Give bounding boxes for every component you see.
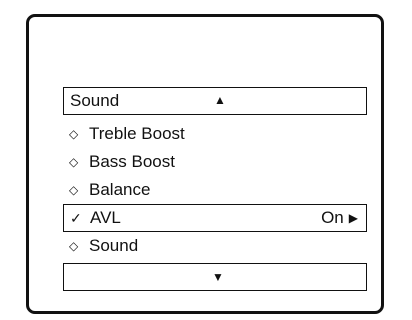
diamond-icon: ◇	[69, 127, 79, 141]
diamond-icon: ◇	[69, 239, 79, 253]
menu-item-label: Balance	[89, 180, 151, 199]
menu-item-label: AVL	[90, 208, 121, 227]
menu-item-balance[interactable]: ◇ Balance	[63, 176, 367, 204]
menu-item-label: Bass Boost	[89, 152, 175, 171]
menu-title: Sound	[70, 91, 120, 110]
menu-item-sound[interactable]: ◇ Sound	[63, 232, 367, 260]
menu-item-value: On	[321, 208, 344, 227]
menu-item-bass-boost[interactable]: ◇ Bass Boost	[63, 148, 367, 176]
diamond-icon: ◇	[69, 155, 79, 169]
menu-header[interactable]: Sound ▲	[63, 87, 367, 115]
up-arrow-icon[interactable]: ▲	[214, 93, 226, 107]
right-arrow-icon[interactable]: ▶	[349, 211, 358, 225]
menu-item-treble-boost[interactable]: ◇ Treble Boost	[63, 120, 367, 148]
menu-item-value-group: On ▶	[321, 208, 358, 228]
menu-item-avl[interactable]: ✓ AVL On ▶	[63, 204, 367, 232]
down-arrow-icon[interactable]: ▼	[212, 270, 224, 284]
menu-item-label: Treble Boost	[89, 124, 185, 143]
diamond-icon: ◇	[69, 183, 79, 197]
checkmark-icon: ✓	[70, 209, 82, 226]
menu-item-label: Sound	[89, 236, 139, 255]
menu-footer[interactable]: ▼	[63, 263, 367, 291]
